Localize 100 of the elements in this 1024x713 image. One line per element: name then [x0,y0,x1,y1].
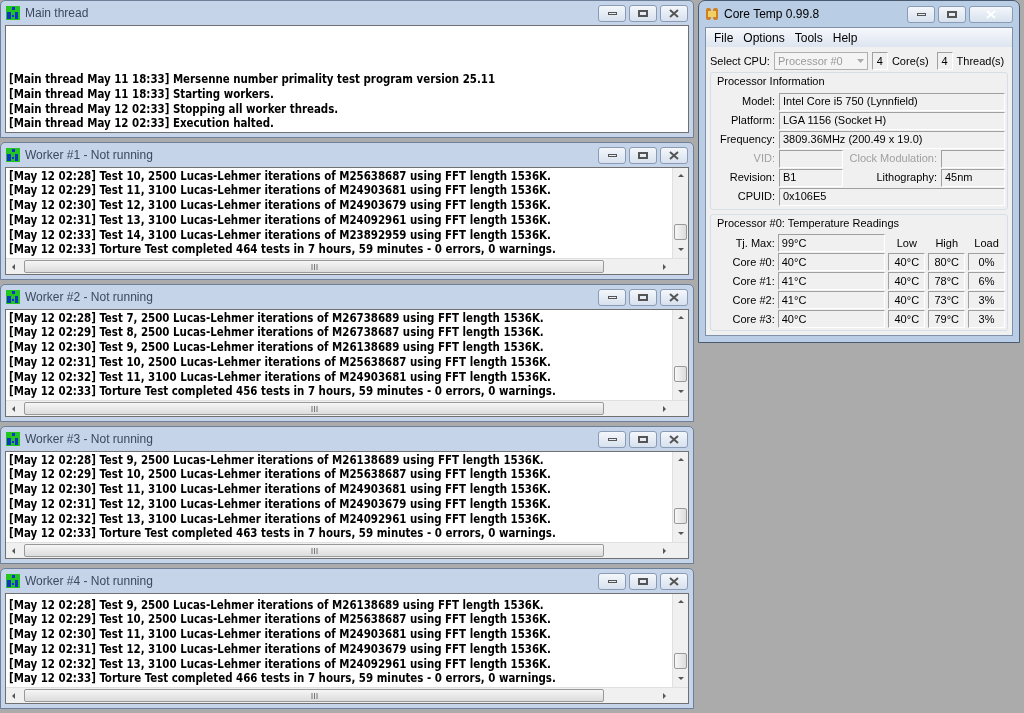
scroll-down-icon[interactable] [676,388,685,396]
maximize-button[interactable] [629,4,657,22]
field-label: Clock Modulation: [848,151,937,167]
close-button[interactable] [660,4,688,22]
value-field: 0% [968,253,1005,271]
close-icon [669,150,679,160]
log-line: [May 12 02:30] Test 11, 3100 Lucas-Lehmer iterations of M24903681 using FFT length 1536K. [9,627,552,642]
close-button[interactable] [660,572,688,590]
field-label: Core #3: [731,311,775,327]
scroll-right-icon[interactable] [660,691,668,700]
window-title: Worker #2 - Not running [25,289,154,306]
scroll-down-icon[interactable] [676,246,685,254]
log-line: [May 12 02:33] Torture Test completed 464 tests in 7 hours, 59 minutes - 0 errors, 0 warnings. [9,242,557,257]
minimize-button[interactable] [598,4,626,22]
value-field: LGA 1156 (Socket H) [779,111,1005,130]
scroll-thumb[interactable] [674,653,687,669]
scroll-left-icon[interactable] [10,546,18,555]
maximize-button[interactable] [629,430,657,448]
scroll-left-icon[interactable] [10,262,18,271]
field-label: Core #0: [731,254,775,270]
scroll-right-icon[interactable] [660,262,668,271]
app-logo-icon [6,148,20,162]
log-line: [May 12 02:32] Test 13, 3100 Lucas-Lehmer iterations of M24092961 using FFT length 1536K. [9,656,552,672]
value-field: 4 [871,52,888,70]
log-line: [May 12 02:29] Test 10, 2500 Lucas-Lehmer iterations of M25638687 using FFT length 1536K. [9,467,552,483]
scroll-thumb[interactable] [24,402,604,415]
vertical-scrollbar[interactable] [672,168,688,258]
value-field: 45nm [941,168,1005,187]
window-title: Worker #1 - Not running [25,147,154,164]
scroll-thumb[interactable] [674,366,687,382]
select-cpu-label: Select CPU: [710,53,770,69]
scroll-up-icon[interactable] [676,598,685,606]
value-field: 40°C [888,253,926,271]
value-field: 79°C [928,310,966,328]
minimize-button[interactable] [598,430,626,448]
value-field: 3809.36MHz (200.49 x 19.0) [779,130,1005,149]
scroll-left-icon[interactable] [10,404,18,413]
vertical-scrollbar[interactable] [672,594,688,687]
cores-label: Core(s) [891,53,929,69]
menu-item[interactable]: Tools [789,28,828,47]
value-field: 40°C [888,272,926,290]
maximize-button[interactable] [629,288,657,306]
maximize-button[interactable] [629,146,657,164]
horizontal-scrollbar[interactable] [6,542,688,558]
menu-item[interactable]: Options [738,28,790,47]
scroll-right-icon[interactable] [660,546,668,555]
menu-item[interactable]: Help [827,28,863,47]
maximize-button[interactable] [938,5,966,23]
scroll-right-icon[interactable] [660,404,668,413]
value-field: 78°C [928,272,966,290]
close-button[interactable] [660,430,688,448]
menu-item[interactable]: File [709,28,739,47]
scroll-thumb[interactable] [24,689,604,702]
caret-icon [856,59,864,63]
horizontal-scrollbar[interactable] [6,400,688,416]
grip-icon [310,692,318,699]
scroll-down-icon[interactable] [676,530,685,538]
minimize-button[interactable] [598,146,626,164]
log-line: [May 12 02:28] Test 9, 2500 Lucas-Lehmer iterations of M26138689 using FFT length 1536K. [9,597,545,613]
app-logo-icon [6,6,20,20]
log-line: [May 12 02:31] Test 12, 3100 Lucas-Lehmer iterations of M24903679 using FFT length 1536K. [9,641,552,657]
grip-icon [310,405,318,412]
maximize-button[interactable] [629,572,657,590]
value-field: B1 [779,168,843,187]
value-field [779,149,843,168]
horizontal-scrollbar[interactable] [6,258,688,274]
value-field: 3% [968,291,1005,309]
value-field: 99°C [777,234,886,252]
scroll-thumb[interactable] [674,224,687,240]
log-line: [May 12 02:30] Test 12, 3100 Lucas-Lehmer iterations of M24903679 using FFT length 1536K. [9,198,552,213]
log-line: [May 12 02:33] Test 14, 3100 Lucas-Lehmer iterations of M23892959 using FFT length 1536K. [9,227,552,243]
minimize-button[interactable] [598,572,626,590]
minimize-button[interactable] [598,288,626,306]
scroll-up-icon[interactable] [676,456,685,464]
log-line: [May 12 02:28] Test 9, 2500 Lucas-Lehmer iterations of M26138689 using FFT length 1536K. [9,452,545,468]
scroll-thumb[interactable] [24,544,604,557]
value-field: 0x106E5 [779,187,1005,206]
scroll-up-icon[interactable] [676,172,685,180]
scroll-thumb[interactable] [674,508,687,524]
grip-icon [310,263,318,270]
field-label: Model: [740,94,775,110]
vertical-scrollbar[interactable] [672,310,688,400]
scroll-thumb[interactable] [24,260,604,273]
scroll-down-icon[interactable] [676,675,685,683]
field-label: Tj. Max: [734,235,775,251]
minimize-button[interactable] [907,5,935,23]
value-field: Intel Core i5 750 (Lynnfield) [779,92,1005,111]
scroll-up-icon[interactable] [676,314,685,322]
log-line: [May 12 02:31] Test 12, 3100 Lucas-Lehmer iterations of M24903679 using FFT length 1536K. [9,496,552,512]
close-button[interactable] [660,288,688,306]
field-label: Revision: [728,170,775,186]
log-line: [Main thread May 11 18:33] Starting workers. [9,86,275,102]
vertical-scrollbar[interactable] [672,452,688,542]
horizontal-scrollbar[interactable] [6,687,688,703]
log-line: [Main thread May 12 02:33] Stopping all worker threads. [9,101,340,117]
close-button[interactable] [660,146,688,164]
scroll-left-icon[interactable] [10,691,18,700]
log-line: [May 12 02:29] Test 10, 2500 Lucas-Lehmer iterations of M25638687 using FFT length 1536K. [9,612,552,628]
field-label: Platform: [730,113,775,129]
close-icon [669,292,679,302]
